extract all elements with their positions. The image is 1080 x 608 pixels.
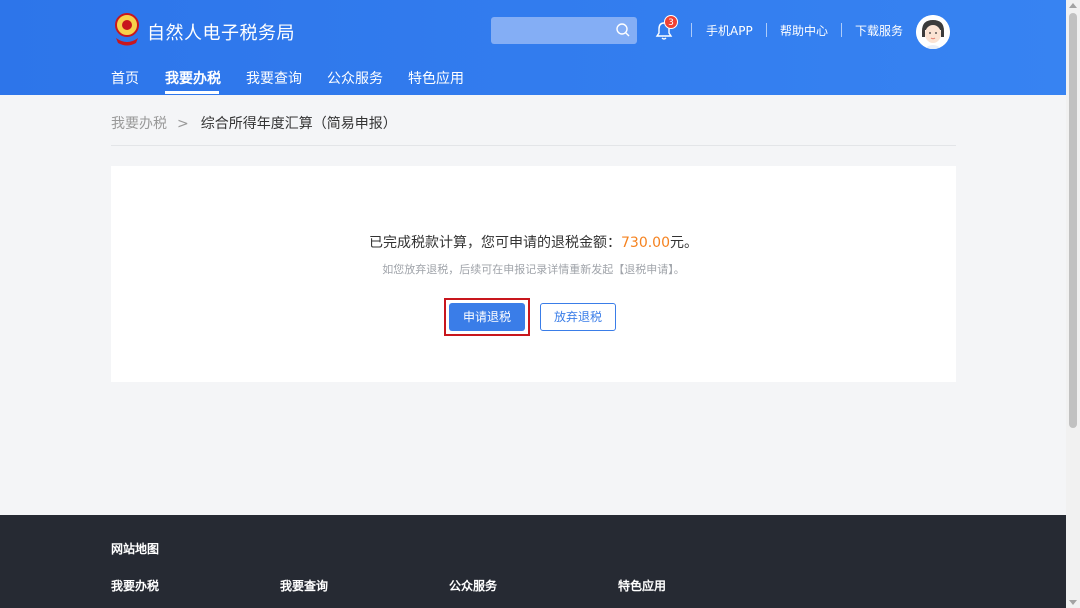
notification-badge: 3 xyxy=(664,15,678,29)
site-title[interactable]: 自然人电子税务局 xyxy=(147,19,295,45)
search-icon[interactable] xyxy=(615,22,631,38)
breadcrumb: 我要办税 > 综合所得年度汇算（简易申报） xyxy=(111,113,397,133)
nav-home[interactable]: 首页 xyxy=(111,68,139,88)
refund-note: 如您放弃退税，后续可在申报记录详情重新发起【退税申请】。 xyxy=(382,263,685,276)
mobile-app-link[interactable]: 手机APP xyxy=(706,22,753,39)
footer: 网站地图 我要办税 我要查询 公众服务 特色应用 xyxy=(0,515,1066,608)
breadcrumb-divider xyxy=(111,145,956,146)
footer-link-featured-apps[interactable]: 特色应用 xyxy=(618,577,666,594)
nav-public-services[interactable]: 公众服务 xyxy=(327,68,383,88)
header-divider xyxy=(841,23,842,37)
footer-link-public-services[interactable]: 公众服务 xyxy=(449,577,497,594)
search-input[interactable] xyxy=(491,17,637,44)
scroll-down-arrow-icon[interactable] xyxy=(1069,600,1077,605)
refund-result-panel: 已完成税款计算，您可申请的退税金额：730.00元。 如您放弃退税，后续可在申报… xyxy=(111,166,956,382)
scroll-thumb[interactable] xyxy=(1069,13,1077,428)
abandon-refund-button[interactable]: 放弃退税 xyxy=(540,303,616,331)
apply-refund-button[interactable]: 申请退税 xyxy=(449,303,525,331)
breadcrumb-parent[interactable]: 我要办税 xyxy=(111,116,167,132)
footer-link-tax-services[interactable]: 我要办税 xyxy=(111,577,159,594)
nav-featured-apps[interactable]: 特色应用 xyxy=(408,68,464,88)
nav-tax-services[interactable]: 我要办税 xyxy=(165,68,221,88)
help-center-link[interactable]: 帮助中心 xyxy=(780,22,828,39)
refund-message: 已完成税款计算，您可申请的退税金额：730.00元。 xyxy=(111,232,956,252)
download-link[interactable]: 下载服务 xyxy=(855,22,903,39)
refund-message-suffix: 元。 xyxy=(670,235,698,251)
scroll-up-arrow-icon[interactable] xyxy=(1069,3,1077,8)
refund-message-prefix: 已完成税款计算，您可申请的退税金额： xyxy=(369,235,621,251)
chevron-right-icon: > xyxy=(177,116,189,132)
nav-active-indicator xyxy=(165,91,219,94)
header-divider xyxy=(691,23,692,37)
refund-amount: 730.00 xyxy=(621,235,670,251)
tax-emblem-logo[interactable] xyxy=(112,12,142,46)
vertical-scrollbar[interactable] xyxy=(1066,0,1080,608)
breadcrumb-current: 综合所得年度汇算（简易申报） xyxy=(200,116,397,132)
nav-query[interactable]: 我要查询 xyxy=(246,68,302,88)
footer-link-query[interactable]: 我要查询 xyxy=(280,577,328,594)
user-avatar[interactable] xyxy=(916,15,950,49)
header-bar: 自然人电子税务局 3 手机APP 帮助中心 下载服务 首页 我要办税 我要查询 … xyxy=(0,0,1066,95)
footer-sitemap-title: 网站地图 xyxy=(111,542,160,556)
header-divider xyxy=(766,23,767,37)
